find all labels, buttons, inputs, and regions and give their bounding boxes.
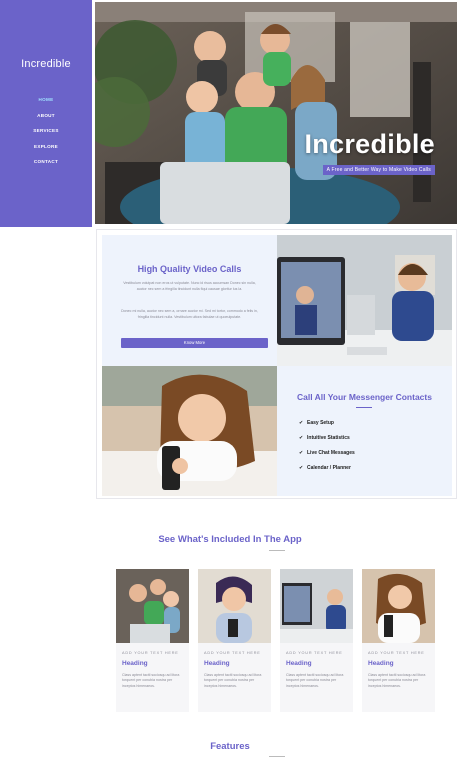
check-icon: ✔ xyxy=(299,465,304,471)
video-calls-title: High Quality Video Calls xyxy=(137,264,242,274)
card-heading: Heading xyxy=(368,660,394,667)
included-card[interactable]: ADD YOUR TEXT HERE Heading Class aptent … xyxy=(362,569,435,712)
feature-item: ✔ Calendar / Planner xyxy=(299,465,351,471)
card-heading: Heading xyxy=(122,660,148,667)
nav-item-home[interactable]: HOME xyxy=(0,96,92,112)
check-icon: ✔ xyxy=(299,450,304,456)
card-image xyxy=(362,569,435,643)
hero-family-photo xyxy=(95,2,457,224)
card-kicker: ADD YOUR TEXT HERE xyxy=(122,651,179,655)
nav-item-about[interactable]: ABOUT xyxy=(0,112,92,128)
card-kicker: ADD YOUR TEXT HERE xyxy=(368,651,425,655)
page: Incredible HOME ABOUT SERVICES EXPLORE C… xyxy=(0,0,460,760)
site-logo[interactable]: Incredible xyxy=(0,58,92,70)
card-heading: Heading xyxy=(204,660,230,667)
nav-item-contact[interactable]: CONTACT xyxy=(0,158,92,174)
features-section-title: Features xyxy=(210,741,250,752)
feature-item: ✔ Live Chat Messages xyxy=(299,450,355,456)
included-card[interactable]: ADD YOUR TEXT HERE Heading Class aptent … xyxy=(116,569,189,712)
card-kicker: ADD YOUR TEXT HERE xyxy=(204,651,261,655)
nav-item-explore[interactable]: EXPLORE xyxy=(0,143,92,159)
video-calls-text-1: Vestibulum volutpat non eros ut vulputat… xyxy=(123,281,256,291)
girl-phone-image xyxy=(102,366,277,496)
card-text: Class aptent taciti sociosqu ad litora t… xyxy=(368,673,426,688)
card-kicker: ADD YOUR TEXT HERE xyxy=(286,651,343,655)
included-section-title: See What's Included In The App xyxy=(158,534,302,545)
hero-title: Incredible xyxy=(304,129,435,159)
feature-item: ✔ Intuitive Statistics xyxy=(299,435,350,441)
girl-phone-photo xyxy=(102,366,277,496)
card-text: Class aptent taciti sociosqu ad litora t… xyxy=(122,673,180,688)
video-calls-panel: High Quality Video Calls Vestibulum volu… xyxy=(102,235,277,366)
main-nav: HOME ABOUT SERVICES EXPLORE CONTACT xyxy=(0,96,92,174)
features-grid: High Quality Video Calls Vestibulum volu… xyxy=(96,229,457,499)
hero-section: Incredible A Free and Better Way to Make… xyxy=(95,2,457,224)
messenger-contacts-title: Call All Your Messenger Contacts xyxy=(297,392,432,402)
included-card[interactable]: ADD YOUR TEXT HERE Heading Class aptent … xyxy=(198,569,271,712)
card-image xyxy=(116,569,189,643)
card-heading: Heading xyxy=(286,660,312,667)
card-text: Class aptent taciti sociosqu ad litora t… xyxy=(204,673,262,688)
section-divider xyxy=(269,756,285,757)
hero-tagline: A Free and Better Way to Make Video Call… xyxy=(322,165,435,175)
title-divider xyxy=(356,407,372,408)
nav-item-services[interactable]: SERVICES xyxy=(0,127,92,143)
sidebar: Incredible HOME ABOUT SERVICES EXPLORE C… xyxy=(0,0,92,227)
feature-item: ✔ Easy Setup xyxy=(299,420,334,426)
card-image xyxy=(198,569,271,643)
boy-computer-photo xyxy=(277,235,452,366)
included-card[interactable]: ADD YOUR TEXT HERE Heading Class aptent … xyxy=(280,569,353,712)
check-icon: ✔ xyxy=(299,435,304,441)
know-more-button[interactable]: Know More xyxy=(121,338,268,348)
video-calls-text-2: Donec mi nulla, auctor nec sem a, ornare… xyxy=(121,309,258,319)
messenger-contacts-panel: Call All Your Messenger Contacts ✔ Easy S… xyxy=(277,366,452,496)
boy-computer-image xyxy=(277,235,452,366)
check-icon: ✔ xyxy=(299,420,304,426)
card-image xyxy=(280,569,353,643)
section-divider xyxy=(269,550,285,551)
card-text: Class aptent taciti sociosqu ad litora t… xyxy=(286,673,344,688)
